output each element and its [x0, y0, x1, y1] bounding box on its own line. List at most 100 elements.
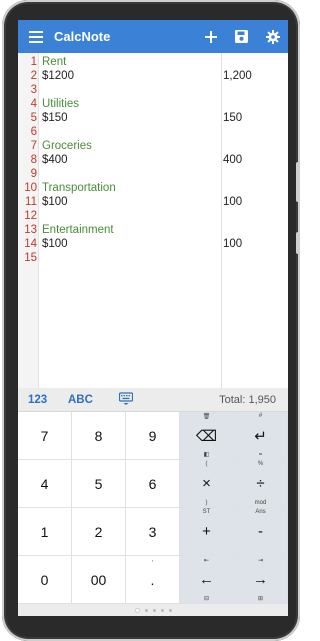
line-number: 8 [30, 154, 37, 166]
key-1[interactable]: 1 [18, 508, 72, 556]
multiply-key[interactable]: × () [180, 460, 234, 508]
line-number: 12 [24, 210, 37, 222]
editor-line[interactable]: 1 Rent [18, 55, 288, 69]
phone-frame: CalcNote 1 Rent 2 $1200 1,200 3 4 Utilities 5 $15… [2, 0, 300, 641]
key-2[interactable]: 2 [72, 508, 126, 556]
key-8[interactable]: 8 [72, 412, 126, 460]
key-label: ↵ [254, 427, 267, 445]
gear-icon[interactable] [257, 20, 288, 53]
key-secondary-label: ⇥ [257, 558, 264, 564]
keypad: 7 8 9 ⌫ 🗑 ◧ ↵ # = 4 5 6 ×() ÷% mod 1 2 3 + ST - Ans 0 00., ← ⇤ ⊟ → ⇥… [18, 412, 288, 604]
line-number: 14 [24, 238, 37, 250]
app-title: CalcNote [54, 29, 111, 44]
key-4[interactable]: 4 [18, 460, 72, 508]
editor[interactable]: 1 Rent 2 $1200 1,200 3 4 Utilities 5 $150 150 6 7 Gro… [18, 53, 288, 388]
key-label: 9 [148, 427, 157, 444]
plus-key[interactable]: + ST [180, 508, 234, 556]
line-number: 11 [25, 196, 37, 208]
editor-line[interactable]: 3 [18, 83, 288, 97]
line-result: 400 [223, 154, 243, 166]
page-dot[interactable] [168, 608, 172, 612]
save-icon[interactable] [226, 20, 257, 53]
total-value: 1,950 [248, 393, 276, 406]
page-dot[interactable] [152, 608, 156, 612]
key-label: ← [199, 571, 214, 588]
divide-key[interactable]: ÷% mod [234, 460, 288, 508]
line-result: 150 [223, 112, 243, 124]
page-dot[interactable] [134, 607, 140, 613]
key-label: - [258, 523, 263, 540]
editor-line[interactable]: 4 Utilities [18, 97, 288, 111]
editor-line[interactable]: 14 $100 100 [18, 237, 288, 251]
editor-line[interactable]: 7 Groceries [18, 139, 288, 153]
editor-line[interactable]: 6 [18, 125, 288, 139]
key-tertiary-label: ◧ [203, 452, 210, 458]
key-3[interactable]: 3 [126, 508, 180, 556]
key-label: + [202, 523, 211, 540]
line-expression: $150 [42, 112, 68, 124]
key-tertiary-label: mod [254, 500, 267, 506]
editor-line[interactable]: 2 $1200 1,200 [18, 69, 288, 83]
total-display: Total: 1,950 [219, 394, 276, 406]
key-label: 6 [148, 475, 157, 492]
page-dot[interactable] [160, 608, 164, 612]
key-0[interactable]: 0 [18, 556, 72, 604]
line-number: 3 [30, 84, 37, 96]
enter-key[interactable]: ↵ # = [234, 412, 288, 460]
key-label: 00 [90, 571, 107, 588]
editor-line[interactable]: 5 $150 150 [18, 111, 288, 125]
editor-line[interactable]: 12 [18, 209, 288, 223]
key-9[interactable]: 9 [126, 412, 180, 460]
key-label: 4 [40, 475, 49, 492]
key-secondary-label: ( [205, 461, 208, 467]
key-.[interactable]: ., [126, 556, 180, 604]
key-secondary-label: Ans [255, 509, 266, 515]
minus-key[interactable]: - Ans [234, 508, 288, 556]
key-secondary-label: % [257, 461, 264, 467]
key-tertiary-label: ⊞ [257, 596, 264, 602]
cursor-left-key[interactable]: ← ⇤ ⊟ [180, 556, 234, 604]
editor-line[interactable]: 11 $100 100 [18, 195, 288, 209]
line-number: 7 [30, 140, 37, 152]
key-7[interactable]: 7 [18, 412, 72, 460]
key-6[interactable]: 6 [126, 460, 180, 508]
key-00[interactable]: 00 [72, 556, 126, 604]
key-tertiary-label: ) [205, 500, 208, 506]
backspace-key[interactable]: ⌫ 🗑 ◧ [180, 412, 234, 460]
keyboard-header: 123 ABC Total: 1,950 [18, 388, 288, 412]
key-label: 5 [94, 475, 103, 492]
line-expression: $1200 [42, 70, 74, 82]
page-indicator [18, 604, 288, 616]
key-secondary-label: ST [202, 509, 211, 515]
line-result: 100 [223, 238, 243, 250]
line-label: Rent [42, 56, 67, 68]
line-number: 2 [30, 70, 37, 82]
hamburger-icon[interactable] [18, 20, 54, 53]
editor-line[interactable]: 10 Transportation [18, 181, 288, 195]
mode-abc-tab[interactable]: ABC [68, 394, 93, 406]
line-label: Transportation [42, 182, 116, 194]
key-label: → [253, 571, 268, 588]
line-expression: $400 [42, 154, 68, 166]
mode-123-tab[interactable]: 123 [28, 394, 47, 406]
line-number: 15 [24, 252, 37, 264]
plus-icon[interactable] [195, 20, 226, 53]
key-secondary-label: 🗑 [202, 414, 211, 420]
line-number: 1 [30, 56, 37, 68]
editor-line[interactable]: 15 [18, 251, 288, 265]
key-5[interactable]: 5 [72, 460, 126, 508]
editor-line[interactable]: 13 Entertainment [18, 223, 288, 237]
app-bar: CalcNote [18, 20, 288, 53]
editor-line[interactable]: 8 $400 400 [18, 153, 288, 167]
line-number: 9 [30, 168, 37, 180]
keyboard-icon[interactable] [118, 392, 134, 411]
editor-line[interactable]: 9 [18, 167, 288, 181]
page-dot[interactable] [144, 608, 148, 612]
line-label: Utilities [42, 98, 80, 110]
power-button [296, 232, 300, 254]
key-tertiary-label: ⊟ [203, 596, 210, 602]
line-number: 6 [30, 126, 37, 138]
key-label: ÷ [256, 475, 265, 492]
cursor-right-key[interactable]: → ⇥ ⊞ [234, 556, 288, 604]
key-label: 8 [94, 427, 103, 444]
